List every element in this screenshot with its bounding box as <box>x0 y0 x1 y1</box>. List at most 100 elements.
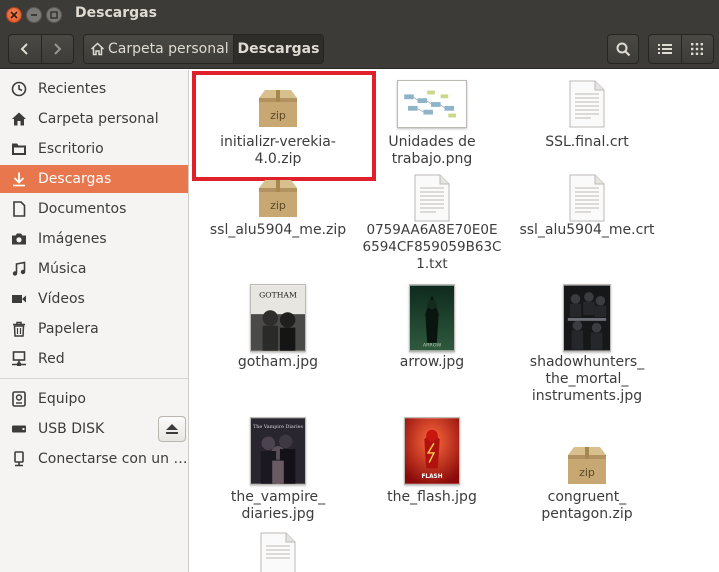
sidebar-item-videos[interactable]: Vídeos <box>0 285 188 313</box>
view-buttons <box>648 34 714 64</box>
sidebar-item-label: Recientes <box>38 81 107 97</box>
list-view-button[interactable] <box>649 35 681 63</box>
breadcrumb-current[interactable]: Descargas <box>234 35 323 63</box>
sidebar-item-label: Carpeta personal <box>38 111 159 127</box>
maximize-window-button[interactable] <box>46 7 62 23</box>
file-item-vampire-diaries-jpg[interactable]: The Vampire Diaries the_vampire_ diaries… <box>194 415 362 545</box>
sidebar-item-label: Imágenes <box>38 231 107 247</box>
file-item-flash-jpg[interactable]: FLASH the_flash.jpg <box>348 415 516 545</box>
file-name: initializr-verekia- 4.0.zip <box>194 134 362 168</box>
file-name: the_vampire_ diaries.jpg <box>194 489 362 523</box>
file-item-arrow-jpg[interactable]: ARROW arrow.jpg <box>348 282 516 412</box>
file-item-initializr-zip[interactable]: zip initializr-verekia- 4.0.zip <box>194 78 362 178</box>
image-thumbnail <box>503 282 671 352</box>
sidebar-item-label: Escritorio <box>38 141 104 157</box>
file-name-line: trabajo.png <box>391 151 473 167</box>
sidebar-item-red[interactable]: Red <box>0 345 188 373</box>
file-name-line: instruments.jpg <box>531 388 643 404</box>
file-item-congruent-zip[interactable]: zip congruent_ pentagon.zip <box>503 415 671 545</box>
zip-archive-icon: zip <box>194 178 362 218</box>
file-name-line: 0759AA6A8E70E0E <box>366 222 498 238</box>
file-item-unidades-png[interactable]: Unidades de trabajo.png <box>348 78 516 178</box>
path-bar: Carpeta personal Descargas <box>83 34 324 64</box>
sidebar-item-label: Conectarse con un … <box>38 451 188 467</box>
image-thumbnail: ARROW <box>348 282 516 352</box>
file-item-partial-document[interactable] <box>194 530 362 572</box>
eject-icon <box>166 424 178 434</box>
file-name-line: the_mortal_ <box>545 371 629 387</box>
header-bar: Carpeta personal Descargas <box>0 29 719 69</box>
document-icon <box>11 201 27 217</box>
back-button[interactable] <box>9 35 41 63</box>
file-name-line: 6594CF859059B63C <box>362 239 502 255</box>
sidebar-item-descargas[interactable]: Descargas <box>0 165 188 193</box>
poster-title: GOTHAM <box>259 291 297 300</box>
sidebar-item-equipo[interactable]: Equipo <box>0 385 188 413</box>
file-name: congruent_ pentagon.zip <box>503 489 671 523</box>
minimize-icon <box>31 14 37 16</box>
file-name: ssl_alu5904_me.zip <box>209 222 347 238</box>
chevron-right-icon <box>54 43 62 55</box>
window-title: Descargas <box>75 5 157 21</box>
forward-button[interactable] <box>40 35 73 63</box>
sidebar-item-conectarse-servidor[interactable]: Conectarse con un … <box>0 445 188 473</box>
sidebar-item-imagenes[interactable]: Imágenes <box>0 225 188 253</box>
close-window-button[interactable] <box>6 7 22 23</box>
minimize-window-button[interactable] <box>26 7 42 23</box>
file-name-line: congruent_ <box>547 489 627 505</box>
sidebar-item-label: Música <box>38 261 87 277</box>
breadcrumb-home[interactable]: Carpeta personal <box>84 35 234 63</box>
sidebar-item-label: Descargas <box>38 171 112 187</box>
zip-archive-icon: zip <box>194 78 362 128</box>
navigation-buttons <box>8 34 74 64</box>
music-icon <box>11 261 27 277</box>
file-name: 0759AA6A8E70E0E 6594CF859059B63C 1.txt <box>348 222 516 273</box>
file-name: Unidades de trabajo.png <box>348 134 516 168</box>
text-document-icon <box>503 172 671 222</box>
file-name-line: Unidades de <box>388 134 476 150</box>
sidebar: Recientes Carpeta personal Escritorio De… <box>0 70 189 572</box>
eject-button[interactable] <box>158 416 186 442</box>
sidebar-item-recientes[interactable]: Recientes <box>0 75 188 103</box>
sidebar-item-label: Equipo <box>38 391 86 407</box>
poster-title: The Vampire Diaries <box>253 424 303 430</box>
sidebar-divider <box>0 378 188 379</box>
grid-view-button[interactable] <box>680 35 713 63</box>
poster-title: ARROW <box>423 343 442 349</box>
sidebar-item-musica[interactable]: Música <box>0 255 188 283</box>
sidebar-item-escritorio[interactable]: Escritorio <box>0 135 188 163</box>
search-icon <box>616 42 630 56</box>
file-item-gotham-jpg[interactable]: GOTHAM gotham.jpg <box>194 282 362 412</box>
file-name: gotham.jpg <box>237 354 319 370</box>
maximize-icon <box>50 11 58 19</box>
file-name-line: the_vampire_ <box>230 489 326 505</box>
chevron-left-icon <box>20 43 28 55</box>
file-view: zip initializr-verekia- 4.0.zip Unidades… <box>190 70 719 572</box>
poster-title: FLASH <box>421 474 442 480</box>
download-icon <box>11 171 27 187</box>
home-icon <box>11 111 27 127</box>
file-item-ssl-zip[interactable]: zip ssl_alu5904_me.zip <box>194 178 362 278</box>
sidebar-item-carpeta-personal[interactable]: Carpeta personal <box>0 105 188 133</box>
sidebar-item-label: Papelera <box>38 321 99 337</box>
sidebar-item-documentos[interactable]: Documentos <box>0 195 188 223</box>
file-item-shadowhunters-jpg[interactable]: shadowhunters_ the_mortal_ instruments.j… <box>503 282 671 412</box>
file-name: shadowhunters_ the_mortal_ instruments.j… <box>503 354 671 405</box>
title-bar: Descargas <box>0 0 719 29</box>
text-document-icon <box>194 530 362 572</box>
file-name-line: 1.txt <box>416 256 448 272</box>
file-name-line: diaries.jpg <box>241 506 315 522</box>
sidebar-item-papelera[interactable]: Papelera <box>0 315 188 343</box>
file-item-ssl-crt[interactable]: ssl_alu5904_me.crt <box>503 172 671 272</box>
sidebar-item-usb-disk[interactable]: USB DISK <box>0 415 150 443</box>
svg-text:zip: zip <box>270 109 286 122</box>
video-icon <box>11 291 27 307</box>
search-button[interactable] <box>607 34 639 64</box>
home-icon <box>90 42 105 56</box>
file-name-line: initializr-verekia- <box>220 134 336 150</box>
file-item-txt[interactable]: 0759AA6A8E70E0E 6594CF859059B63C 1.txt <box>348 172 516 272</box>
network-icon <box>11 351 27 367</box>
file-name: ssl_alu5904_me.crt <box>519 222 655 238</box>
usb-drive-icon <box>11 421 27 437</box>
file-item-ssl-final-crt[interactable]: SSL.final.crt <box>503 78 671 178</box>
